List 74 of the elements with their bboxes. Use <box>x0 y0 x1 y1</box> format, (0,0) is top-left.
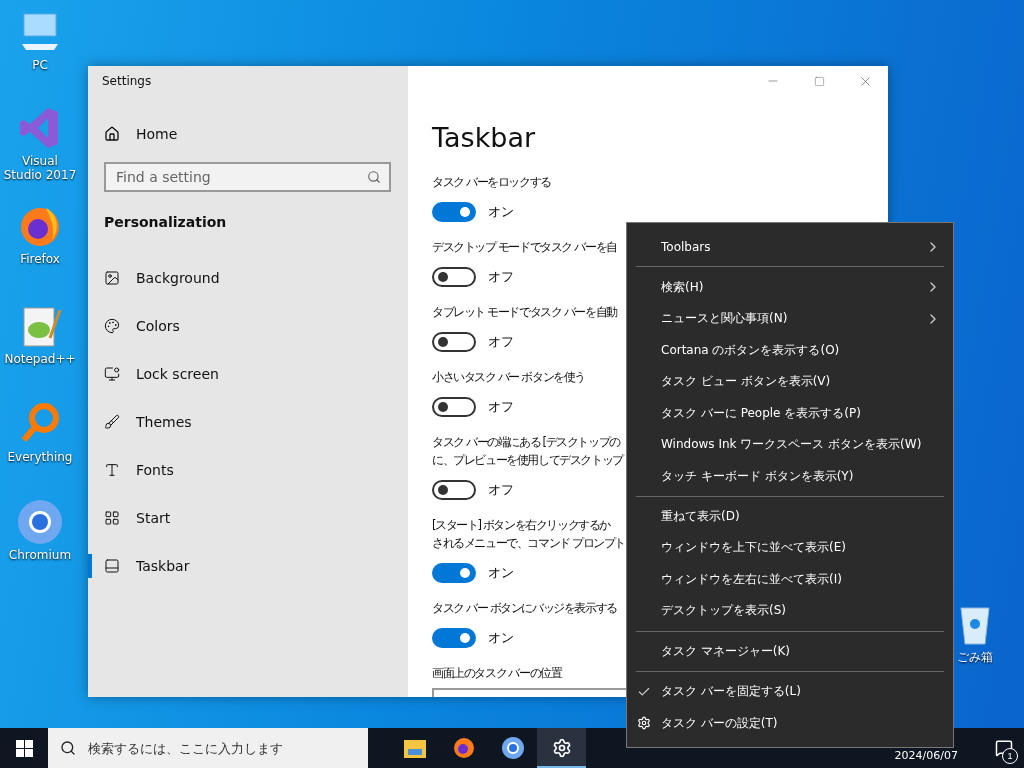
gear-icon <box>637 716 651 731</box>
search-icon <box>367 170 381 184</box>
toggle-state: オフ <box>488 268 514 286</box>
toggle-switch[interactable] <box>432 397 476 417</box>
setting-label: デスクトップ モードでタスク バーを自 <box>432 239 617 256</box>
setting-label: タスク バーの端にある [デスクトップの に、プレビューを使用してデスクトップ <box>432 434 623 469</box>
menu-item[interactable]: ウィンドウを左右に並べて表示(I) <box>627 563 953 596</box>
nav-item[interactable]: Lock screen <box>88 350 408 398</box>
toggle-state: オン <box>488 203 514 221</box>
menu-item[interactable]: タスク バーを固定する(L) <box>627 676 953 708</box>
windows-logo-icon <box>15 739 33 757</box>
message-icon <box>995 739 1013 757</box>
nav-item[interactable]: Themes <box>88 398 408 446</box>
menu-item[interactable]: デスクトップを表示(S) <box>627 595 953 627</box>
setting-label: [スタート] ボタンを右クリックするか されるメニューで、コマンド プロンプト <box>432 517 626 552</box>
panel-icon <box>104 558 120 574</box>
home-icon <box>104 126 120 142</box>
monitor-icon <box>104 366 120 382</box>
setting-label: 小さいタスク バー ボタンを使う <box>432 369 585 386</box>
toggle-state: オフ <box>488 333 514 351</box>
grid-icon <box>104 510 120 526</box>
page-title: Taskbar <box>432 122 537 153</box>
toggle-switch[interactable] <box>432 563 476 583</box>
toggle-switch[interactable] <box>432 480 476 500</box>
folder-icon <box>402 737 427 759</box>
setting-label: 画面上のタスク バーの位置 <box>432 665 562 682</box>
toggle-state: オン <box>488 564 514 582</box>
section-heading: Personalization <box>104 214 228 230</box>
menu-item[interactable]: ニュースと関心事項(N) <box>627 302 953 335</box>
home-link[interactable]: Home <box>88 110 408 158</box>
nav-item[interactable]: Start <box>88 494 408 542</box>
maximize-icon <box>813 75 825 87</box>
notification-button[interactable]: 1 <box>984 728 1024 768</box>
menu-item[interactable]: Cortana のボタンを表示する(O) <box>627 334 953 366</box>
type-icon <box>104 462 120 478</box>
menu-item[interactable]: タッチ キーボード ボタンを表示(Y) <box>627 460 953 492</box>
search-field[interactable]: Find a setting <box>104 162 391 192</box>
setting-label: タブレット モードでタスク バーを自動 <box>432 304 617 321</box>
setting-label: タスク バー ボタンにバッジを表示する <box>432 600 617 617</box>
nav-item[interactable]: Colors <box>88 302 408 350</box>
toggle-switch[interactable] <box>432 202 476 222</box>
search-icon <box>60 740 76 756</box>
toggle-state: オフ <box>488 481 514 499</box>
toggle-state: オン <box>488 629 514 647</box>
nav-item[interactable]: Background <box>88 254 408 302</box>
menu-item[interactable]: タスク バーの設定(T) <box>627 707 953 740</box>
menu-item[interactable]: Toolbars <box>627 231 953 263</box>
notification-count: 1 <box>1002 748 1018 764</box>
toggle-state: オフ <box>488 398 514 416</box>
picture-icon <box>104 270 120 286</box>
menu-item[interactable]: Windows Ink ワークスペース ボタンを表示(W) <box>627 428 953 461</box>
toggle-switch[interactable] <box>432 628 476 648</box>
menu-item[interactable]: タスク バーに People を表示する(P) <box>627 397 953 429</box>
window-title: Settings <box>102 74 153 88</box>
palette-icon <box>104 318 120 334</box>
nav-item[interactable]: Fonts <box>88 446 408 494</box>
menu-item[interactable]: 重ねて表示(D) <box>627 500 953 533</box>
menu-item[interactable]: 検索(H) <box>627 271 953 303</box>
toggle-switch[interactable] <box>432 267 476 287</box>
gear-icon <box>551 738 572 758</box>
chromium-icon <box>500 736 525 760</box>
nav-item[interactable]: Taskbar <box>88 542 408 590</box>
taskbar-search-field[interactable]: 検索するには、ここに入力します <box>48 728 368 768</box>
toggle-switch[interactable] <box>432 332 476 352</box>
desktop-icon-label[interactable]: ごみ箱 <box>957 650 993 664</box>
setting-label: タスク バーをロックする <box>432 174 551 191</box>
menu-item[interactable]: タスク ビュー ボタンを表示(V) <box>627 365 953 398</box>
menu-item[interactable]: ウィンドウを上下に並べて表示(E) <box>627 532 953 564</box>
firefox-icon <box>451 736 476 760</box>
taskbar-app-button[interactable] <box>537 728 586 768</box>
chromium-icon <box>16 498 64 546</box>
menu-item[interactable]: タスク マネージャー(K) <box>627 635 953 668</box>
brush-icon <box>104 414 120 430</box>
clock-date: 2024/06/07 <box>894 749 958 762</box>
